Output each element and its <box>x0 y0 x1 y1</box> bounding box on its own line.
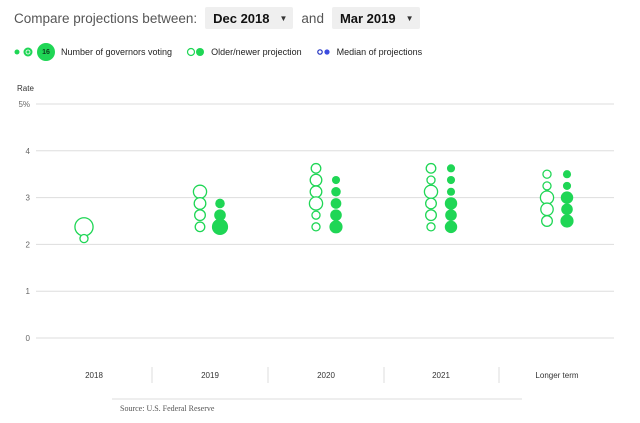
projection-dot-open <box>540 202 554 217</box>
y-tick-label: 1 <box>26 287 31 296</box>
projection-dot-filled <box>331 176 341 185</box>
projection-dot-filled <box>560 214 574 228</box>
projection-dot-filled <box>562 181 572 190</box>
projection-dot-filled <box>446 164 456 173</box>
projection-dot-open <box>423 184 439 199</box>
projection-dot-filled <box>561 203 573 216</box>
projection-dot-filled <box>446 187 456 196</box>
projection-dot-open <box>192 184 208 199</box>
projection-dot-filled <box>329 220 343 234</box>
projection-dot-open <box>542 169 552 179</box>
y-tick-label: 3 <box>26 194 31 203</box>
projection-dot-filled <box>215 198 225 209</box>
projection-dot-open <box>425 209 437 222</box>
projection-dot-open <box>541 215 553 227</box>
projection-dot-open <box>193 196 207 210</box>
projection-dot-open <box>194 221 206 233</box>
y-tick-label: 2 <box>26 240 31 249</box>
projection-dot-filled <box>444 220 458 234</box>
projection-dot-filled <box>211 218 229 235</box>
projection-dot-filled <box>445 209 457 221</box>
projection-dot-filled <box>330 209 342 221</box>
projection-dot-open <box>79 233 89 244</box>
dot-plot: Rate 0 1 2 3 4 5% 2018 2019 2020 2021 Longer term <box>17 84 614 400</box>
projection-dot-open <box>425 197 437 210</box>
projection-dot-open <box>539 190 555 205</box>
projection-dot-open <box>194 209 206 222</box>
projection-dot-open <box>426 222 436 232</box>
projection-dot-filled <box>446 176 456 185</box>
y-tick-label: 0 <box>26 334 31 343</box>
projection-dot-filled <box>330 198 342 209</box>
projection-dot-filled <box>331 186 341 197</box>
y-axis-label: Rate <box>17 84 34 93</box>
projection-dot-open <box>425 162 437 174</box>
projection-dot-open <box>426 175 436 185</box>
projection-dot-open <box>309 173 323 187</box>
projection-dot-open <box>542 181 552 191</box>
y-tick-label: 4 <box>26 147 31 156</box>
projection-dot-open <box>311 222 321 232</box>
x-tick-label: Longer term <box>535 371 578 380</box>
x-tick-label: 2018 <box>85 371 103 380</box>
x-tick-label: 2021 <box>432 371 450 380</box>
projection-dot-open <box>310 162 322 174</box>
y-tick-label: 5% <box>18 100 30 109</box>
x-tick-label: 2020 <box>317 371 335 380</box>
projection-dot-filled <box>562 170 572 179</box>
projection-dot-filled <box>444 197 458 210</box>
source-note: Source: U.S. Federal Reserve <box>120 404 215 413</box>
projection-dot-open <box>309 185 323 199</box>
projection-dot-open <box>74 217 94 237</box>
x-tick-label: 2019 <box>201 371 219 380</box>
projection-dot-open <box>308 196 324 211</box>
projection-dot-open <box>311 210 321 220</box>
projection-dot-filled <box>560 191 574 204</box>
